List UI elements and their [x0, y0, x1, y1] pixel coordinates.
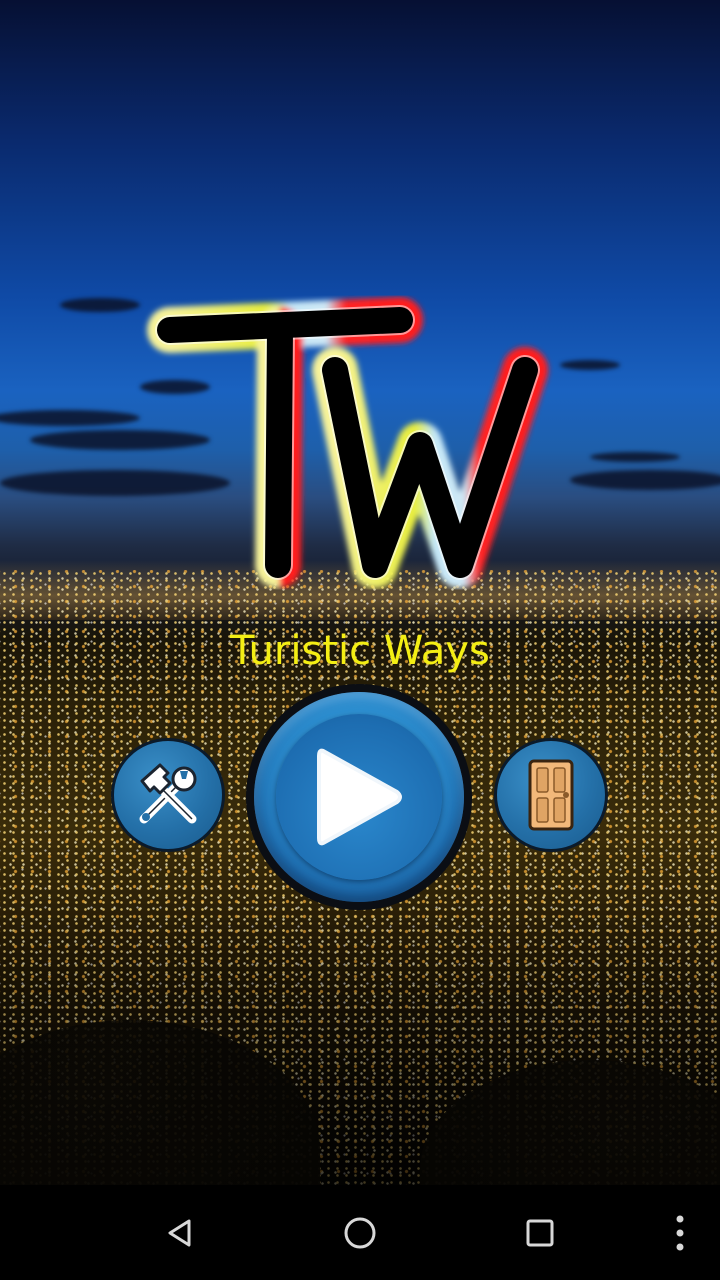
nav-home-button[interactable] [310, 1185, 410, 1280]
back-triangle-icon [168, 1219, 191, 1246]
cloud [60, 298, 140, 312]
more-vert-icon [676, 1215, 684, 1250]
nav-recents-button[interactable] [490, 1185, 590, 1280]
recents-square-icon [526, 1219, 554, 1246]
settings-button[interactable] [111, 738, 225, 852]
play-icon [254, 692, 464, 902]
home-circle-icon [344, 1217, 376, 1248]
nav-menu-button[interactable] [640, 1185, 720, 1280]
app-logo [130, 275, 590, 615]
app-title: Turistic Ways [230, 628, 490, 674]
nav-back-button[interactable] [130, 1185, 230, 1280]
door-icon [497, 741, 605, 849]
cloud [590, 452, 680, 462]
play-button-face [254, 692, 464, 902]
hammer-wrench-icon [114, 741, 222, 849]
play-button[interactable] [246, 684, 472, 910]
main-menu-screen: Turistic Ways [0, 0, 720, 1280]
system-nav-bar [0, 1185, 720, 1280]
tw-logo-graphic [147, 297, 548, 588]
cloud [570, 470, 720, 490]
cloud [0, 410, 140, 426]
exit-button[interactable] [494, 738, 608, 852]
